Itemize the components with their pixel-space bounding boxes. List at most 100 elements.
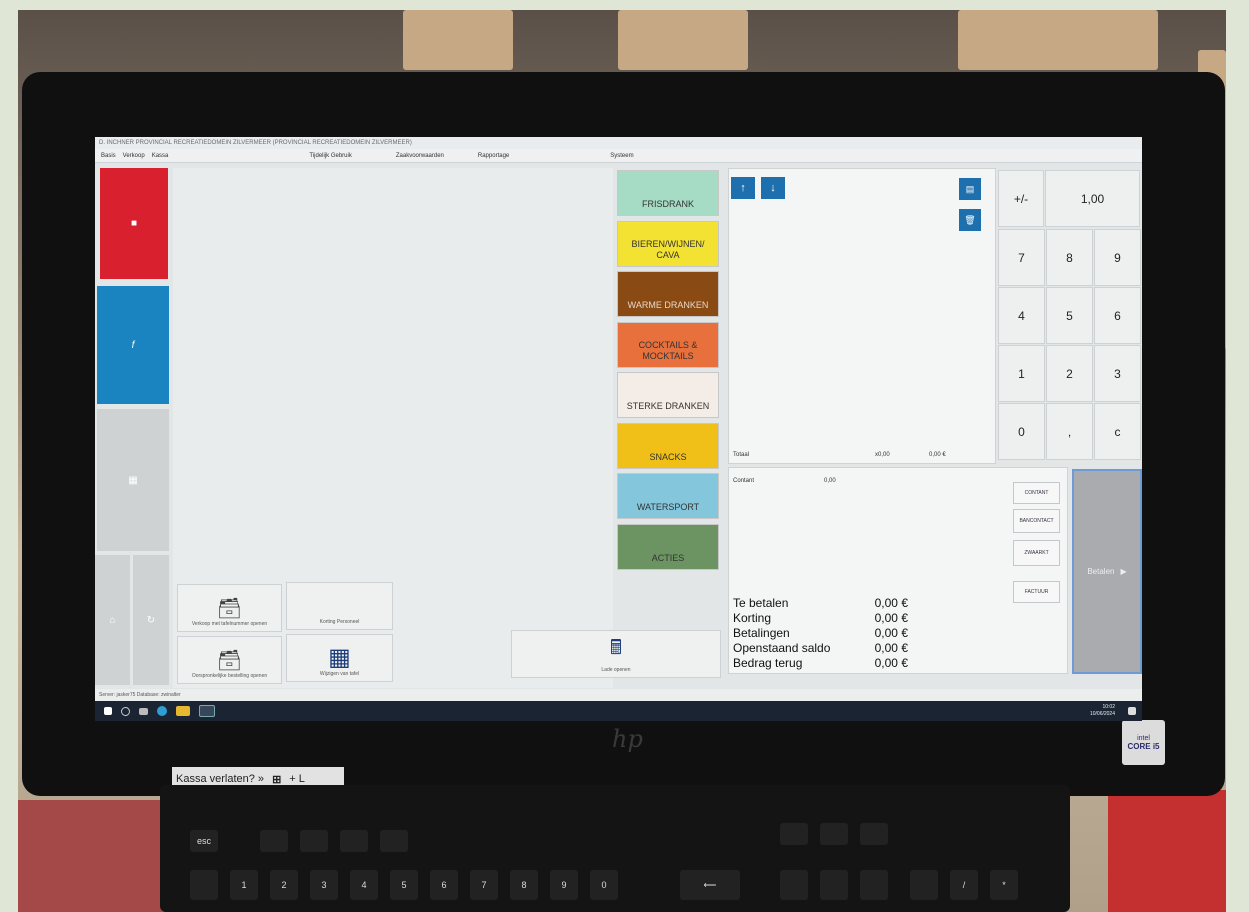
category-button[interactable]: COCKTAILS & MOCKTAILS [617,321,719,368]
lade-openen-button[interactable]: 🖩 Lade openen [511,630,721,678]
keyboard-key[interactable]: 7 [470,870,498,900]
f-icon: f [131,339,135,351]
keypad-key[interactable]: c [1094,403,1141,460]
category-button[interactable]: STERKE DRANKEN [617,372,719,418]
keyboard-key[interactable]: 6 [430,870,458,900]
keyboard-key[interactable]: 5 [390,870,418,900]
menu-item[interactable]: Rapportage [478,153,509,159]
category-button[interactable]: BIEREN/WIJNEN/ CAVA [617,220,719,267]
keypad-key[interactable]: 5 [1046,287,1093,344]
tafels-button[interactable]: ▦ Wijzigen van tafel [286,634,393,682]
keyboard-key[interactable]: 2 [270,870,298,900]
menu-item[interactable]: Basis [101,153,116,159]
keyboard-key[interactable] [820,823,848,845]
verkoop-tafel-button[interactable]: 🗃 Verkoop met tafelnummer openen [177,584,282,632]
factuur-button[interactable]: FACTUUR [1013,581,1060,603]
totals-label: Korting [733,611,772,625]
category-label: COCKTAILS & MOCKTAILS [638,339,698,361]
keypad-key[interactable]: 4 [998,287,1045,344]
sidebar-button-grey[interactable]: ▦ [97,409,169,551]
sidebar-button-blue[interactable]: f [97,286,169,404]
keypad-key[interactable]: , [1046,403,1093,460]
sidebar-button-red[interactable]: ■ [100,168,168,279]
keyboard-key[interactable] [260,830,288,852]
total-qty: x0,00 [875,452,890,458]
edge-icon[interactable] [157,706,167,716]
keyboard-key[interactable]: 3 [310,870,338,900]
keypad-key[interactable]: 8 [1046,229,1093,286]
oorspronkelijk-button[interactable]: 🗃 Oorspronkelijke bestelling openen [177,636,282,684]
category-button[interactable]: SNACKS [617,422,719,469]
category-label: ACTIES [651,552,685,563]
category-button[interactable]: WATERSPORT [617,473,719,519]
lade-openen-label: Lade openen [601,667,631,673]
keyboard-key[interactable]: esc [190,830,218,852]
contant-value: 0,00 [824,478,836,484]
keyboard-key[interactable] [860,823,888,845]
category-button[interactable]: ACTIES [617,523,719,570]
keypad-key[interactable]: 0 [998,403,1045,460]
keyboard-key[interactable]: 1 [230,870,258,900]
contant-button[interactable]: CONTANT [1013,482,1060,504]
keyboard-key[interactable]: 8 [510,870,538,900]
keyboard-key[interactable] [860,870,888,900]
bancontact-button[interactable]: BANCONTACT [1013,509,1060,533]
totals-row: Bedrag terug 0,00 € [733,656,908,671]
quantity-display: 1,00 [1045,170,1140,227]
plus-minus-key[interactable]: +/- [998,170,1044,227]
keypad-key[interactable]: 2 [1046,345,1093,402]
red-object [1108,790,1226,912]
keypad-key[interactable]: 1 [998,345,1045,402]
windows-start-icon[interactable] [104,707,112,715]
delete-button[interactable]: 🗑 [959,209,981,231]
arrow-right-icon: ▶ [1120,567,1127,576]
menu-item[interactable]: Kassa [152,153,169,159]
totals-row: Korting 0,00 € [733,611,908,626]
keypad-key[interactable]: 7 [998,229,1045,286]
keyboard-key[interactable] [780,870,808,900]
file-explorer-icon[interactable] [176,706,190,716]
menu-item[interactable]: Zaakvoorwaarden [396,153,444,159]
keypad-key[interactable]: 6 [1094,287,1141,344]
task-view-icon[interactable] [139,707,148,715]
home-icon: ⌂ [109,614,116,626]
keyboard-key[interactable] [190,870,218,900]
keyboard-key[interactable]: 0 [590,870,618,900]
register-icon: 🗃 [216,650,243,672]
notification-icon[interactable] [1128,707,1136,715]
totals-value: 0,00 € [874,656,908,670]
refresh-button[interactable]: ↻ [133,555,169,685]
korting-personeel-label: Korting Personeel [319,619,360,625]
keyboard-key[interactable] [340,830,368,852]
keyboard-key[interactable]: ⟵ [680,870,740,900]
menu-item[interactable]: Tijdelijk Gebruik [309,153,351,159]
keyboard-key[interactable]: 4 [350,870,378,900]
korting-personeel-button[interactable]: Korting Personeel [286,582,393,630]
category-label: FRISDRANK [641,199,694,209]
scroll-down-button[interactable]: ↓ [761,177,785,199]
menu-item[interactable]: Verkoop [123,153,145,159]
keyboard-key[interactable] [300,830,328,852]
keyboard-key[interactable]: 9 [550,870,578,900]
category-button[interactable]: WARME DRANKEN [617,271,719,317]
menu-item[interactable]: Systeem [610,153,633,159]
keyboard-key[interactable] [910,870,938,900]
home-button[interactable]: ⌂ [95,555,130,685]
keyboard-key[interactable] [820,870,848,900]
search-icon[interactable] [121,706,130,716]
keyboard-key[interactable]: / [950,870,978,900]
keypad-key[interactable]: 3 [1094,345,1141,402]
category-label: WATERSPORT [636,502,700,512]
keypad-key[interactable]: 9 [1094,229,1141,286]
pos-app-icon[interactable] [199,705,215,717]
betalen-button[interactable]: Betalen ▶ [1072,469,1142,674]
category-label: BIEREN/WIJNEN/ CAVA [631,238,705,260]
keyboard-key[interactable] [780,823,808,845]
category-button[interactable]: FRISDRANK [617,170,719,216]
zwaarkt-button[interactable]: ZWAARKT [1013,540,1060,566]
scroll-up-button[interactable]: ↑ [731,177,755,199]
keyboard-key[interactable] [380,830,408,852]
keyboard-key[interactable]: * [990,870,1018,900]
document-button[interactable]: ▤ [959,178,981,200]
clock[interactable]: 10:02 10/06/2024 [1090,704,1115,718]
